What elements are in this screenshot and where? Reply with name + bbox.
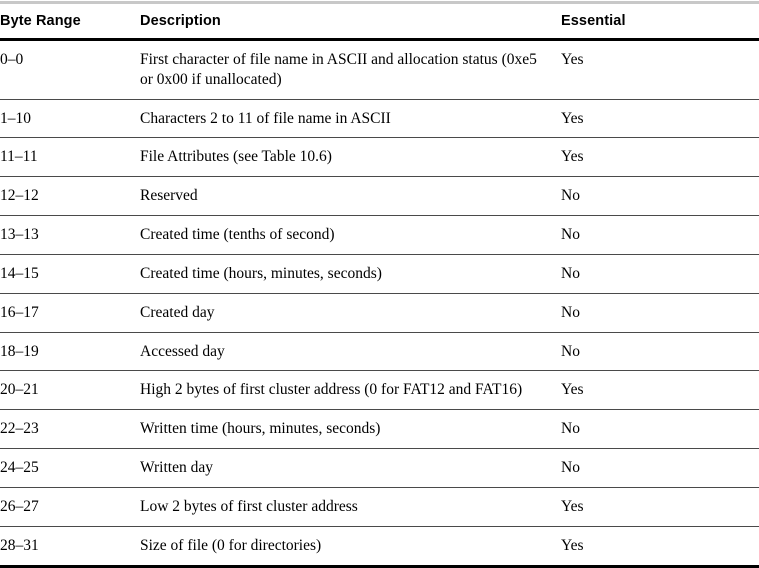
cell-byte-range: 24–25 <box>0 448 140 488</box>
cell-byte-range: 20–21 <box>0 370 140 411</box>
cell-essential: Yes <box>561 99 759 139</box>
cell-essential: No <box>561 409 759 450</box>
table-row: 20–21 High 2 bytes of first cluster addre… <box>0 370 759 411</box>
cell-byte-range: 11–11 <box>0 137 140 178</box>
column-header-essential: Essential <box>561 0 759 41</box>
cell-essential: Yes <box>561 487 759 527</box>
table-row: 24–25 Written day No <box>0 448 759 488</box>
cell-essential: Yes <box>561 370 759 411</box>
table-container: Byte Range Description Essential 0–0 Firs… <box>0 0 759 568</box>
cell-description: Accessed day <box>140 332 561 372</box>
cell-description: Created time (hours, minutes, seconds) <box>140 254 561 294</box>
cell-description: Created day <box>140 293 561 333</box>
cell-byte-range: 26–27 <box>0 487 140 527</box>
cell-byte-range: 1–10 <box>0 99 140 139</box>
cell-essential: No <box>561 176 759 217</box>
cell-description: Reserved <box>140 176 561 217</box>
cell-byte-range: 16–17 <box>0 293 140 333</box>
cell-essential: No <box>561 332 759 372</box>
cell-description: Size of file (0 for directories) <box>140 526 561 568</box>
table-row: 13–13 Created time (tenths of second) No <box>0 215 759 255</box>
cell-description: Created time (tenths of second) <box>140 215 561 255</box>
cell-description: File Attributes (see Table 10.6) <box>140 137 561 178</box>
cell-byte-range: 0–0 <box>0 39 140 100</box>
table-row: 12–12 Reserved No <box>0 176 759 217</box>
directory-entry-spec-table: Byte Range Description Essential 0–0 Firs… <box>0 0 759 568</box>
cell-essential: No <box>561 448 759 488</box>
cell-byte-range: 18–19 <box>0 332 140 372</box>
table-body: 0–0 First character of file name in ASCII… <box>0 39 759 568</box>
table-header: Byte Range Description Essential <box>0 0 759 41</box>
cell-byte-range: 12–12 <box>0 176 140 217</box>
cell-byte-range: 28–31 <box>0 526 140 568</box>
table-row: 18–19 Accessed day No <box>0 332 759 372</box>
table-header-row: Byte Range Description Essential <box>0 0 759 41</box>
cell-byte-range: 14–15 <box>0 254 140 294</box>
table-row: 1–10 Characters 2 to 11 of file name in A… <box>0 99 759 139</box>
table-row: 26–27 Low 2 bytes of first cluster addres… <box>0 487 759 527</box>
table-row: 22–23 Written time (hours, minutes, secon… <box>0 409 759 450</box>
table-row: 11–11 File Attributes (see Table 10.6) Yes <box>0 137 759 178</box>
cell-description: High 2 bytes of first cluster address (0… <box>140 370 561 411</box>
table-row: 14–15 Created time (hours, minutes, secon… <box>0 254 759 294</box>
cell-description: First character of file name in ASCII an… <box>140 39 561 100</box>
cell-essential: No <box>561 293 759 333</box>
table-row: 28–31 Size of file (0 for directories) Yes <box>0 526 759 568</box>
column-header-byte-range: Byte Range <box>0 0 140 41</box>
cell-byte-range: 13–13 <box>0 215 140 255</box>
table-row: 0–0 First character of file name in ASCII… <box>0 39 759 100</box>
cell-essential: Yes <box>561 137 759 178</box>
cell-description: Low 2 bytes of first cluster address <box>140 487 561 527</box>
cell-essential: No <box>561 215 759 255</box>
cell-byte-range: 22–23 <box>0 409 140 450</box>
column-header-description: Description <box>140 0 561 41</box>
cell-essential: Yes <box>561 526 759 568</box>
cell-description: Written day <box>140 448 561 488</box>
cell-description: Characters 2 to 11 of file name in ASCII <box>140 99 561 139</box>
cell-essential: No <box>561 254 759 294</box>
cell-description: Written time (hours, minutes, seconds) <box>140 409 561 450</box>
cell-essential: Yes <box>561 39 759 100</box>
table-row: 16–17 Created day No <box>0 293 759 333</box>
